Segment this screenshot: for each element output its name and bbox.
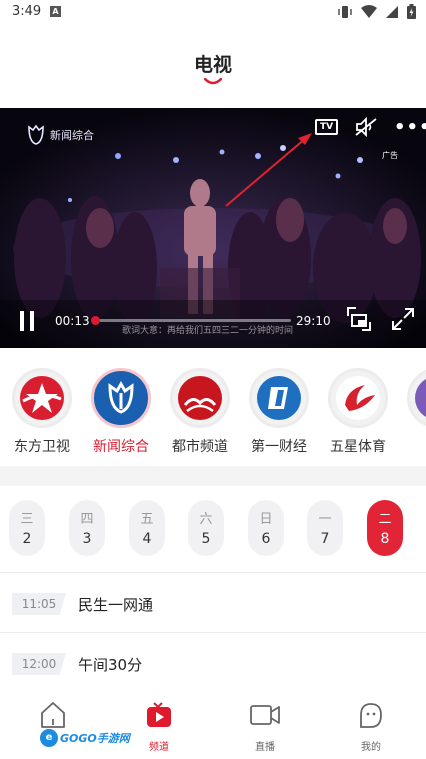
channel-item[interactable]: 艺 bbox=[397, 368, 426, 456]
video-camera-icon bbox=[250, 705, 280, 725]
day-date: 8 bbox=[380, 531, 390, 547]
day-weekday: 五 bbox=[140, 512, 154, 527]
day-date: 7 bbox=[320, 531, 330, 547]
progress-knob[interactable] bbox=[90, 316, 100, 325]
section-divider bbox=[0, 466, 426, 486]
sports-channel-logo-icon bbox=[328, 368, 388, 428]
status-icons bbox=[337, 4, 416, 19]
day-selector: 三 2 四 3 五 4 六 5 日 6 一 7 二 8 bbox=[0, 486, 426, 572]
channel-name: 东方卫视 bbox=[14, 439, 70, 455]
channel-item[interactable]: 都市频道 bbox=[160, 368, 240, 456]
watermark-logo-icon: e bbox=[40, 729, 58, 747]
status-time: 3:49 bbox=[12, 4, 42, 19]
day-date: 6 bbox=[261, 531, 271, 547]
bottom-nav: 频道 直播 我的 bbox=[0, 690, 426, 759]
program-title: 午间30分 bbox=[78, 656, 143, 674]
day-weekday: 四 bbox=[80, 512, 94, 527]
channel-watermark-text: 新闻综合 bbox=[50, 129, 94, 142]
day-date: 2 bbox=[22, 531, 32, 547]
channel-name: 都市频道 bbox=[172, 439, 228, 455]
day-weekday: 日 bbox=[259, 512, 273, 527]
signal-icon bbox=[386, 5, 398, 18]
total-time: 29:10 bbox=[296, 314, 331, 328]
current-time: 00:13 bbox=[55, 314, 90, 328]
nav-label: 频道 bbox=[149, 742, 169, 753]
day-item[interactable]: 一 7 bbox=[307, 500, 343, 556]
nav-channel[interactable]: 频道 bbox=[124, 700, 194, 753]
day-item[interactable]: 日 6 bbox=[248, 500, 284, 556]
channel-item[interactable]: 新闻综合 bbox=[81, 368, 161, 456]
news-channel-logo-icon bbox=[28, 124, 44, 145]
battery-icon bbox=[407, 4, 416, 19]
dongfang-channel-logo-icon bbox=[12, 368, 72, 428]
news-channel-logo-icon bbox=[91, 368, 151, 428]
channel-name: 新闻综合 bbox=[93, 439, 149, 455]
day-weekday: 六 bbox=[199, 512, 213, 527]
city-channel-logo-icon bbox=[170, 368, 230, 428]
tv-cast-button[interactable]: TV bbox=[315, 119, 338, 135]
home-icon bbox=[41, 702, 65, 728]
channel-watermark: 新闻综合 bbox=[26, 124, 94, 146]
day-weekday: 三 bbox=[20, 512, 34, 527]
notification-icon: A bbox=[50, 6, 61, 17]
nav-label: 直播 bbox=[255, 742, 275, 753]
program-time: 11:05 bbox=[12, 593, 66, 615]
header: 电视 bbox=[0, 24, 426, 108]
program-row[interactable]: 11:05 民生一网通 bbox=[0, 572, 426, 632]
picture-in-picture-icon[interactable] bbox=[346, 306, 372, 332]
day-weekday: 二 bbox=[378, 512, 392, 527]
finance-channel-logo-icon bbox=[249, 368, 309, 428]
ad-label: 广告 bbox=[382, 151, 398, 160]
channel-play-icon bbox=[147, 702, 171, 727]
wifi-icon bbox=[361, 4, 377, 18]
title-smile-icon bbox=[204, 78, 222, 85]
vibrate-icon bbox=[338, 5, 352, 18]
channel-name: 第一财经 bbox=[251, 439, 307, 455]
program-time: 12:00 bbox=[12, 653, 66, 675]
watermark-text: GOGO手游网 bbox=[60, 732, 130, 745]
day-item[interactable]: 四 3 bbox=[69, 500, 105, 556]
day-date: 3 bbox=[82, 531, 92, 547]
art-channel-logo-icon bbox=[407, 368, 426, 428]
subtitle-text: 歌词大意：再给我们五四三二一分钟的时间 bbox=[122, 326, 294, 336]
profile-face-icon bbox=[360, 703, 382, 728]
day-date: 4 bbox=[142, 531, 152, 547]
nav-live[interactable]: 直播 bbox=[230, 700, 300, 753]
status-bar: 3:49 A bbox=[0, 0, 426, 24]
mute-icon[interactable] bbox=[354, 117, 378, 137]
day-weekday: 一 bbox=[318, 512, 332, 527]
day-item[interactable]: 五 4 bbox=[129, 500, 165, 556]
day-item[interactable]: 三 2 bbox=[9, 500, 45, 556]
channel-item[interactable]: 五星体育 bbox=[318, 368, 398, 456]
channel-list: 东方卫视 新闻综合 都市频道 第一财经 五星体育 bbox=[0, 348, 426, 466]
channel-item[interactable]: 东方卫视 bbox=[2, 368, 82, 456]
progress-bar[interactable] bbox=[90, 316, 291, 325]
nav-label: 我的 bbox=[361, 742, 381, 753]
channel-item[interactable]: 第一财经 bbox=[239, 368, 319, 456]
channel-name: 艺 bbox=[397, 436, 426, 456]
nav-mine[interactable]: 我的 bbox=[336, 700, 406, 753]
program-title: 民生一网通 bbox=[78, 596, 154, 614]
site-watermark: e GOGO手游网 bbox=[40, 728, 130, 748]
channel-name: 五星体育 bbox=[330, 439, 386, 455]
fullscreen-icon[interactable] bbox=[391, 307, 415, 331]
pause-button[interactable] bbox=[18, 310, 36, 332]
day-date: 5 bbox=[201, 531, 211, 547]
program-row[interactable]: 12:00 午间30分 bbox=[0, 632, 426, 692]
day-item-selected[interactable]: 二 8 bbox=[367, 500, 403, 556]
video-player[interactable]: 新闻综合 TV ••• 广告 00:13 29:10 歌词大意：再给我们五四三二… bbox=[0, 108, 426, 348]
page-title: 电视 bbox=[193, 54, 232, 76]
more-options-icon[interactable]: ••• bbox=[394, 117, 426, 138]
day-item[interactable]: 六 5 bbox=[188, 500, 224, 556]
